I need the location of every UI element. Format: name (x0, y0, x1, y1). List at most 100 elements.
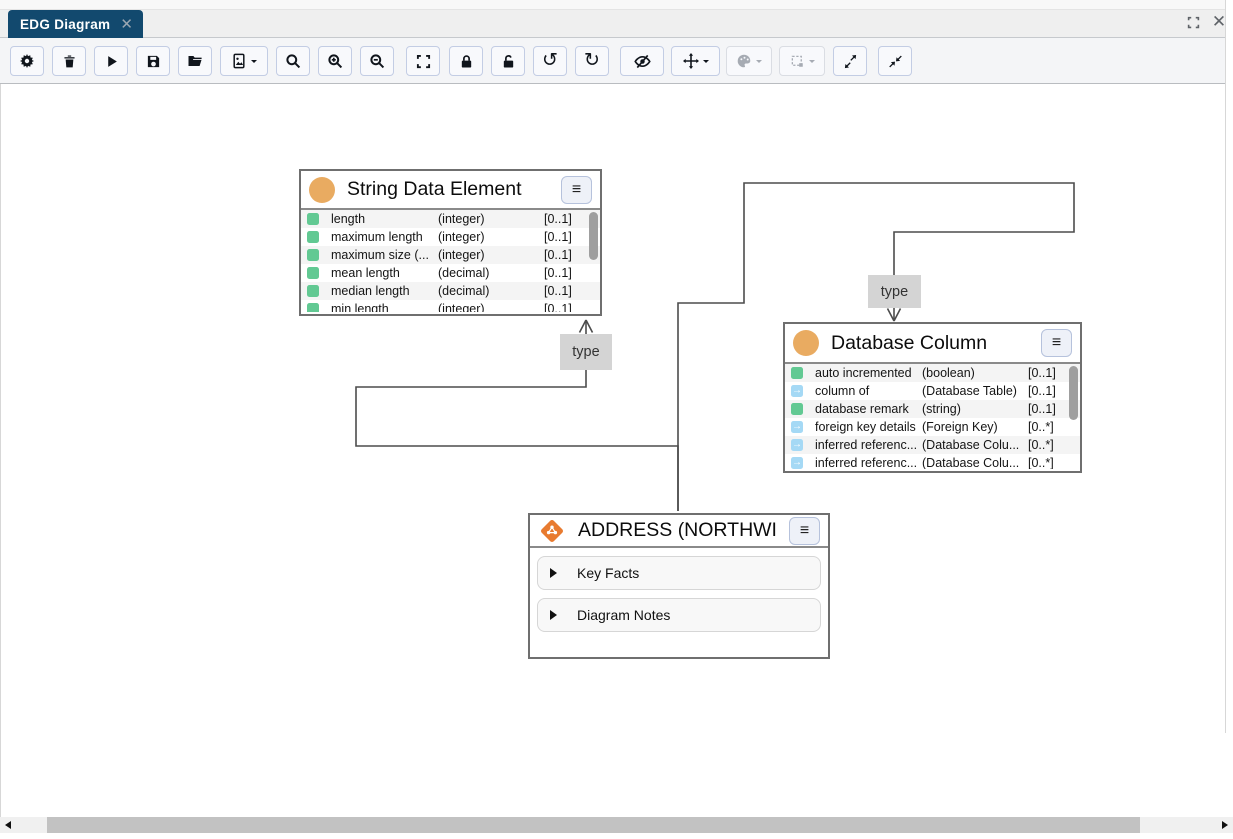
node-address-northwind[interactable]: ADDRESS (NORTHWIN... ≡ Key Facts Diagram… (528, 513, 830, 659)
zoom-in-icon (327, 53, 343, 69)
collapse-all-button[interactable] (878, 46, 912, 76)
node-menu-button[interactable]: ≡ (789, 517, 820, 545)
tab-title: EDG Diagram (20, 17, 110, 32)
attribute-name: maximum size (... (331, 248, 438, 262)
node-menu-button[interactable]: ≡ (561, 176, 592, 204)
run-layout-button[interactable] (94, 46, 128, 76)
folder-open-icon (187, 53, 203, 69)
horizontal-scrollbar[interactable] (0, 817, 1233, 833)
expand-all-button[interactable] (833, 46, 867, 76)
attribute-type-icon (307, 249, 319, 261)
vertical-scrollbar-track[interactable] (1225, 0, 1233, 733)
attribute-type-icon (791, 457, 803, 469)
collapsible-section[interactable]: Diagram Notes (537, 598, 821, 632)
attribute-type-icon (307, 303, 319, 312)
scrollbar-thumb[interactable] (1069, 366, 1078, 420)
zoom-in-button[interactable] (318, 46, 352, 76)
node-attribute-list[interactable]: auto incremented (boolean) [0..1] column… (785, 364, 1080, 469)
attribute-name: column of (815, 384, 922, 398)
attribute-row[interactable]: database remark (string) [0..1] (785, 400, 1080, 418)
attribute-datatype: (boolean) (922, 366, 1028, 380)
search-button[interactable] (276, 46, 310, 76)
node-header: Database Column ≡ (785, 324, 1080, 364)
unlock-button[interactable] (491, 46, 525, 76)
scrollbar-thumb[interactable] (47, 817, 1140, 833)
lock-button[interactable] (449, 46, 483, 76)
attribute-name: min length (331, 302, 438, 312)
window-expand-icon[interactable] (1185, 14, 1201, 30)
node-attribute-list[interactable]: length (integer) [0..1] maximum length (… (301, 210, 600, 312)
attribute-datatype: (Database Colu... (922, 456, 1028, 469)
attribute-datatype: (integer) (438, 302, 544, 312)
zoom-out-button[interactable] (360, 46, 394, 76)
scrollbar-thumb[interactable] (589, 212, 598, 260)
attribute-datatype: (integer) (438, 230, 544, 244)
palette-icon (736, 53, 752, 69)
class-circle-icon (793, 330, 819, 356)
attribute-datatype: (integer) (438, 248, 544, 262)
color-palette-button[interactable] (726, 46, 772, 76)
attribute-row[interactable]: auto incremented (boolean) [0..1] (785, 364, 1080, 382)
instance-diamond-icon (538, 517, 566, 545)
tab-close-icon[interactable]: ✕ (120, 17, 133, 32)
attribute-datatype: (string) (922, 402, 1028, 416)
move-arrows-icon (683, 53, 699, 69)
settings-button[interactable] (10, 46, 44, 76)
attribute-datatype: (Database Colu... (922, 438, 1028, 452)
tab-bar: EDG Diagram ✕ ✕ (0, 0, 1233, 38)
edge-label-type[interactable]: type (560, 334, 612, 370)
diagram-canvas[interactable]: type type String Data Element ≡ length (… (0, 84, 1233, 817)
tab-edg-diagram[interactable]: EDG Diagram ✕ (8, 10, 143, 38)
attribute-row[interactable]: maximum size (... (integer) [0..1] (301, 246, 600, 264)
node-database-column[interactable]: Database Column ≡ auto incremented (bool… (783, 322, 1082, 473)
redo-icon: ↻ (584, 51, 600, 70)
attribute-row[interactable]: min length (integer) [0..1] (301, 300, 600, 312)
export-image-button[interactable] (220, 46, 268, 76)
undo-icon: ↺ (542, 51, 558, 70)
attribute-row[interactable]: inferred referenc... (Database Colu... [… (785, 454, 1080, 469)
section-label: Diagram Notes (577, 607, 670, 623)
fit-to-screen-button[interactable] (406, 46, 440, 76)
attribute-type-icon (307, 231, 319, 243)
node-scrollbar[interactable] (1069, 364, 1078, 469)
edge-label-type[interactable]: type (868, 275, 921, 308)
attribute-row[interactable]: length (integer) [0..1] (301, 210, 600, 228)
move-mode-button[interactable] (671, 46, 720, 76)
attribute-row[interactable]: median length (decimal) [0..1] (301, 282, 600, 300)
node-scrollbar[interactable] (589, 210, 598, 312)
dashed-selection-icon (790, 54, 805, 69)
attribute-name: length (331, 212, 438, 226)
attribute-row[interactable]: column of (Database Table) [0..1] (785, 382, 1080, 400)
redo-button[interactable]: ↻ (575, 46, 609, 76)
scroll-right-arrow[interactable] (1216, 817, 1233, 833)
collapsible-section[interactable]: Key Facts (537, 556, 821, 590)
open-button[interactable] (178, 46, 212, 76)
expand-arrows-icon (843, 54, 858, 69)
eye-slash-icon (634, 53, 651, 70)
undo-button[interactable]: ↺ (533, 46, 567, 76)
node-menu-button[interactable]: ≡ (1041, 329, 1072, 357)
delete-button[interactable] (52, 46, 86, 76)
hide-elements-button[interactable] (620, 46, 664, 76)
node-title: String Data Element (347, 178, 549, 201)
attribute-type-icon (791, 421, 803, 433)
attribute-row[interactable]: inferred referenc... (Database Colu... [… (785, 436, 1080, 454)
attribute-name: inferred referenc... (815, 456, 922, 469)
node-string-data-element[interactable]: String Data Element ≡ length (integer) [… (299, 169, 602, 316)
attribute-row[interactable]: maximum length (integer) [0..1] (301, 228, 600, 246)
scroll-left-arrow[interactable] (0, 817, 17, 833)
attribute-datatype: (Database Table) (922, 384, 1028, 398)
gear-icon (19, 53, 35, 69)
attribute-type-icon (791, 403, 803, 415)
edg-diagram-window: EDG Diagram ✕ ✕ (0, 0, 1233, 839)
attribute-name: auto incremented (815, 366, 922, 380)
search-icon (285, 53, 301, 69)
zoom-out-icon (369, 53, 385, 69)
save-button[interactable] (136, 46, 170, 76)
attribute-row[interactable]: foreign key details (Foreign Key) [0..*] (785, 418, 1080, 436)
node-style-button[interactable] (779, 46, 825, 76)
attribute-row[interactable]: mean length (decimal) [0..1] (301, 264, 600, 282)
node-title: ADDRESS (NORTHWIN... (578, 519, 777, 542)
play-icon (104, 54, 119, 69)
trash-icon (62, 54, 77, 69)
